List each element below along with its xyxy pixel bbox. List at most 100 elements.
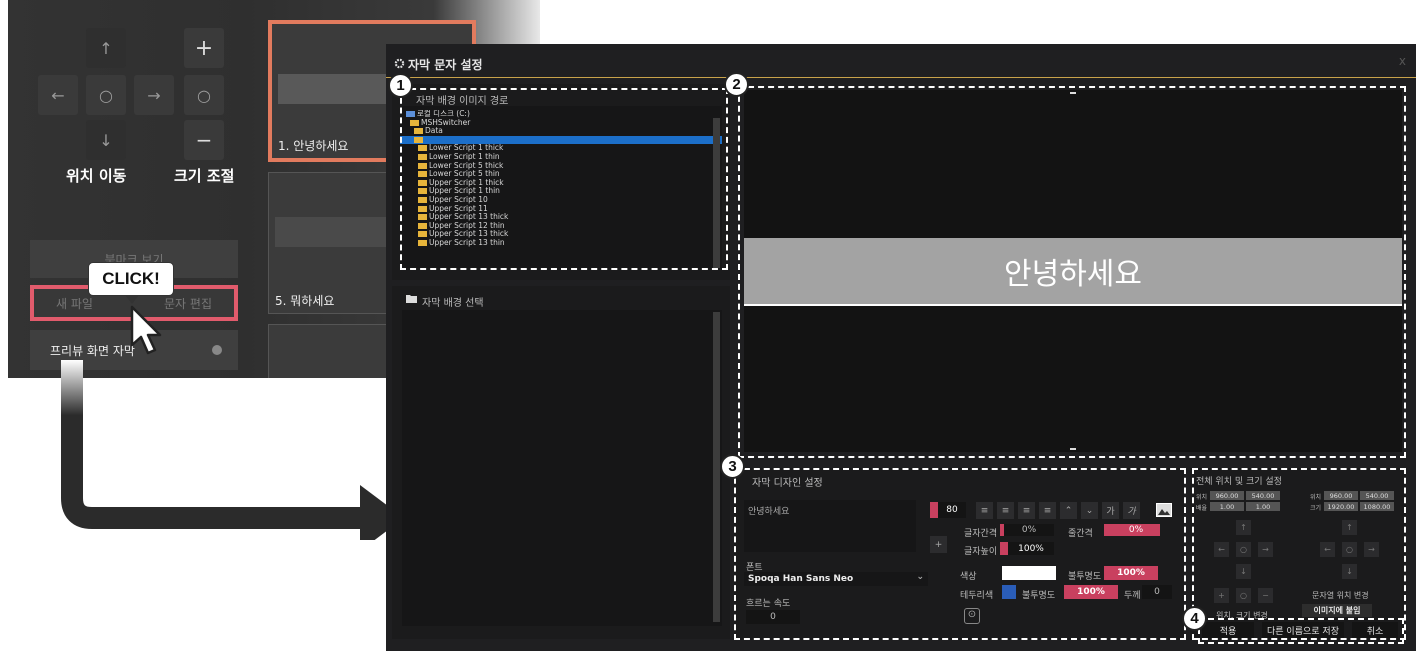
resize-handle-bottom[interactable] [1070, 448, 1076, 450]
resize-handle-top[interactable] [1070, 92, 1076, 94]
folder-icon [418, 231, 427, 238]
align-justify-button[interactable]: ≡ [1039, 502, 1056, 519]
tree-item[interactable]: MSHSwitcher [400, 118, 722, 128]
dialog-title: 자막 문자 설정 [408, 58, 483, 72]
scale-x-input[interactable]: 1.00 [1210, 502, 1244, 511]
thickness-label: 두께 [1124, 591, 1141, 601]
pos-left-button[interactable]: ← [1214, 542, 1229, 557]
valign-top-button[interactable]: ⌃ [1060, 502, 1077, 519]
arrow-left-icon: ← [1324, 545, 1331, 554]
chevron-down-icon: ⌄ [916, 572, 924, 582]
text-left-button[interactable]: ← [1320, 542, 1335, 557]
edit-text-button[interactable]: 문자 편집 [164, 295, 212, 312]
toggle-dot-icon [212, 345, 222, 355]
thumbnail-caption: 1. 안녕하세요 [278, 139, 349, 153]
step-badge-1: 1 [388, 73, 413, 98]
outline-color-swatch[interactable] [1002, 585, 1016, 599]
arrow-right-icon: → [1262, 545, 1269, 554]
cancel-button[interactable]: 취소 [1352, 622, 1398, 638]
folder-icon [418, 222, 427, 229]
background-list[interactable] [402, 310, 722, 626]
size-minus-button[interactable]: − [1258, 588, 1273, 603]
line-spacing-label: 줄간격 [1068, 529, 1093, 539]
align-right-button[interactable]: ≡ [1018, 502, 1035, 519]
font-dropdown[interactable]: Spoqa Han Sans Neo ⌄ [744, 572, 928, 586]
circle-icon: ○ [1240, 591, 1247, 600]
design-settings-panel: 자막 디자인 설정 안녕하세요 80 ≡ ≡ ≡ ≡ ⌃ ⌄ 가 가 + 글자간… [734, 468, 1184, 640]
pos2-label: 위치 [1310, 494, 1322, 501]
line-spacing-input[interactable]: 0% [1112, 524, 1160, 536]
speed-input[interactable]: 0 [746, 610, 800, 624]
pos-x-input[interactable]: 960.00 [1210, 491, 1244, 500]
arrow-right-icon: → [147, 85, 161, 105]
folder-tree[interactable]: 로컬 디스크 (C:) MSHSwitcher Data Backgrounds… [400, 110, 722, 268]
pos-down-button[interactable]: ↓ [1236, 564, 1251, 579]
tree-item[interactable]: Upper Script 13 thin [400, 238, 722, 248]
pos-y-input[interactable]: 540.00 [1246, 491, 1280, 500]
size-minus-button[interactable]: − [184, 120, 224, 160]
paste-image-button[interactable]: 이미지에 붙임 [1302, 604, 1372, 617]
section-title: 자막 배경 이미지 경로 [416, 96, 509, 107]
apply-button[interactable]: 적용 [1202, 622, 1254, 638]
move-center-button[interactable]: ○ [86, 75, 126, 115]
subtitle-band[interactable]: 안녕하세요 [744, 238, 1402, 306]
folder-icon [418, 188, 427, 195]
text-size-y-input[interactable]: 1080.00 [1360, 502, 1394, 511]
align-center-button[interactable]: ≡ [997, 502, 1014, 519]
add-button[interactable]: + [930, 536, 947, 553]
pos-up-button[interactable]: ↑ [1236, 520, 1251, 535]
text-up-button[interactable]: ↑ [1342, 520, 1357, 535]
text-size-x-input[interactable]: 1920.00 [1324, 502, 1358, 511]
subtitle-text-input[interactable]: 안녕하세요 [744, 500, 916, 552]
section-title: 전체 위치 및 크기 설정 [1196, 477, 1282, 487]
outline-opacity-input[interactable]: 100% [1064, 585, 1118, 599]
text-down-button[interactable]: ↓ [1342, 564, 1357, 579]
valign-bottom-button[interactable]: ⌄ [1081, 502, 1098, 519]
text-color-swatch[interactable] [1002, 566, 1056, 580]
text-height-input[interactable]: 100% [1008, 542, 1054, 555]
size-label: 크기 조절 [174, 167, 235, 185]
size-plus-button[interactable]: + [1214, 588, 1229, 603]
move-right-button[interactable]: → [134, 75, 174, 115]
folder-icon [410, 119, 419, 126]
move-label: 위치 이동 [66, 167, 127, 185]
arrow-down-icon: ↓ [1346, 567, 1353, 576]
save-as-button[interactable]: 다른 이름으로 저장 [1262, 622, 1344, 638]
move-left-button[interactable]: ← [38, 75, 78, 115]
new-file-button[interactable]: 새 파일 [56, 295, 93, 312]
list-scrollbar[interactable] [713, 312, 720, 622]
move-down-button[interactable]: ↓ [86, 120, 126, 160]
pos-center-button[interactable]: ○ [1236, 542, 1251, 557]
plus-icon: + [194, 35, 214, 61]
thickness-input[interactable]: 0 [1142, 585, 1172, 599]
reset-icon[interactable]: ⊙ [964, 608, 980, 624]
opacity-input[interactable]: 100% [1104, 566, 1158, 580]
size-center-button[interactable]: ○ [184, 75, 224, 115]
change-pos-size-label: 위치, 크기 변경 [1216, 611, 1268, 620]
text-pos-x-input[interactable]: 960.00 [1324, 491, 1358, 500]
close-icon[interactable]: x [1399, 54, 1406, 68]
folder-icon [418, 239, 427, 246]
scale-y-input[interactable]: 1.00 [1246, 502, 1280, 511]
font-size-input[interactable]: 80 [938, 502, 966, 518]
text-right-button[interactable]: → [1364, 542, 1379, 557]
arrow-left-icon: ← [1218, 545, 1225, 554]
text-center-button[interactable]: ○ [1342, 542, 1357, 557]
line-spacing-indicator [1104, 524, 1112, 536]
move-up-button[interactable]: ↑ [86, 28, 126, 68]
size-plus-button[interactable]: + [184, 28, 224, 68]
minus-icon: − [195, 128, 213, 152]
italic-button[interactable]: 가 [1123, 502, 1140, 519]
pos-right-button[interactable]: → [1258, 542, 1273, 557]
folder-icon [418, 214, 427, 221]
letter-spacing-input[interactable]: 0% [1004, 524, 1054, 536]
color-label: 색상 [960, 572, 977, 582]
scale-label: 배율 [1196, 505, 1208, 512]
circle-icon: ○ [1346, 545, 1353, 554]
align-left-button[interactable]: ≡ [976, 502, 993, 519]
text-pos-y-input[interactable]: 540.00 [1360, 491, 1394, 500]
image-icon[interactable] [1156, 503, 1172, 517]
tree-scrollbar[interactable] [713, 118, 720, 268]
bold-button[interactable]: 가 [1102, 502, 1119, 519]
size-center-button[interactable]: ○ [1236, 588, 1251, 603]
